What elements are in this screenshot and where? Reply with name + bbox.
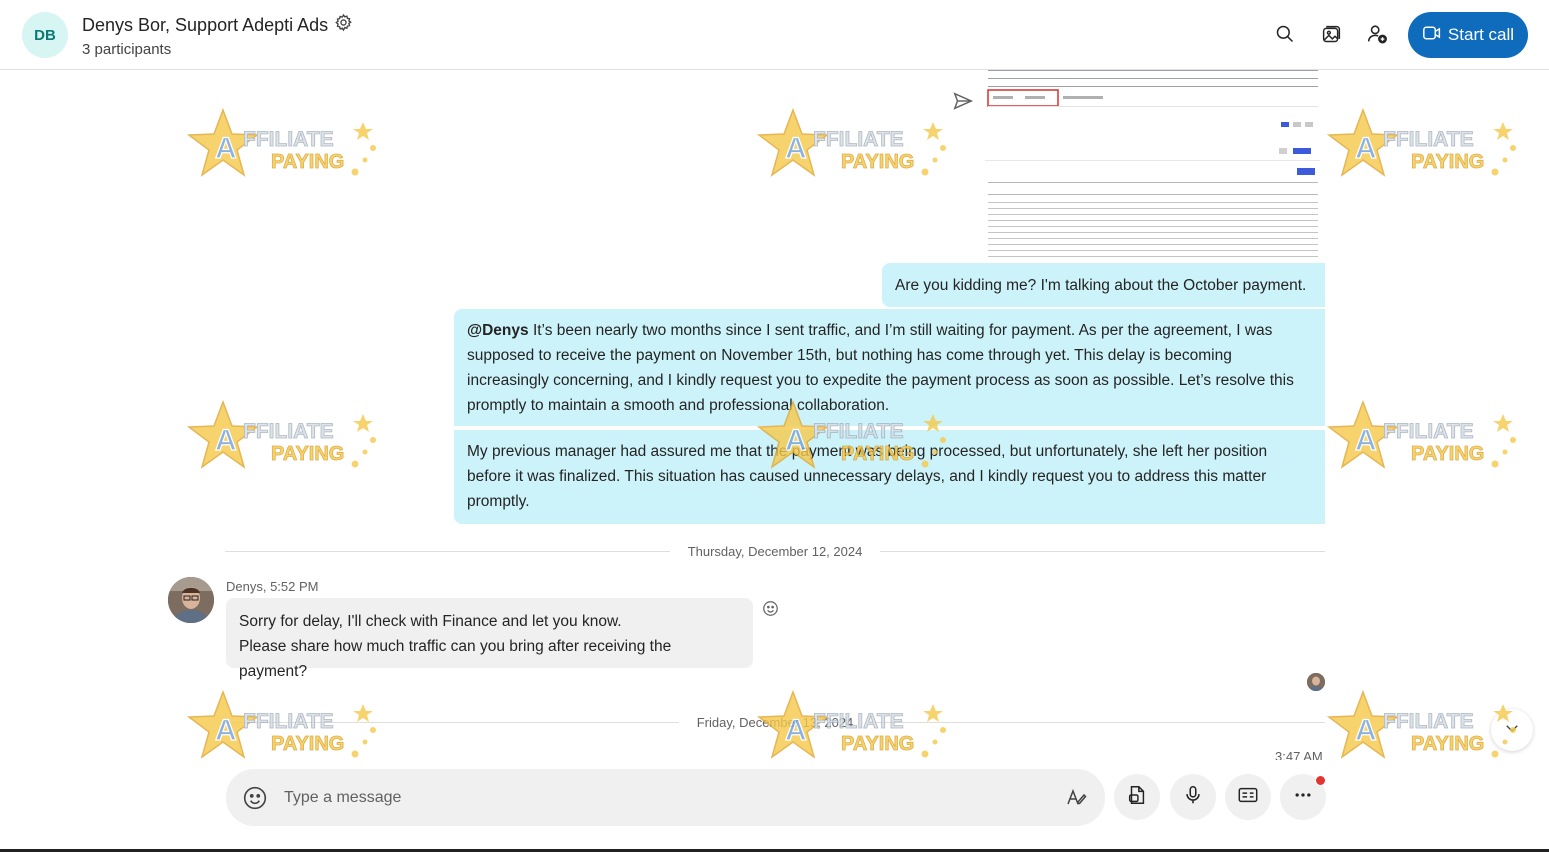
- scroll-to-bottom-button[interactable]: [1491, 709, 1533, 751]
- svg-text:A: A: [1355, 424, 1377, 457]
- svg-text:A: A: [1355, 714, 1377, 747]
- message-text: Sorry for delay, I'll check with Finance…: [239, 613, 622, 630]
- svg-text:PAYING: PAYING: [271, 443, 344, 465]
- svg-text:FFILIATE: FFILIATE: [243, 128, 334, 151]
- search-icon[interactable]: [1272, 21, 1298, 47]
- affiliate-paying-watermark: A FFILIATE PAYING: [1325, 107, 1525, 183]
- mention-tag[interactable]: @Denys: [467, 322, 529, 339]
- message-composer[interactable]: [226, 769, 1105, 826]
- chat-title: Denys Bor, Support Adepti Ads: [82, 14, 329, 35]
- svg-text:PAYING: PAYING: [1411, 151, 1484, 173]
- more-horizontal-icon: [1293, 785, 1313, 810]
- contact-card-icon: [1237, 784, 1259, 811]
- start-call-button[interactable]: Start call: [1408, 12, 1528, 58]
- affiliate-paying-watermark: A FFILIATE PAYING: [185, 107, 385, 183]
- svg-text:A: A: [1355, 132, 1377, 165]
- date-divider-label: Thursday, December 12, 2024: [687, 543, 863, 559]
- shared-screenshot-image[interactable]: [985, 70, 1320, 262]
- svg-text:FFILIATE: FFILIATE: [243, 420, 334, 443]
- svg-text:PAYING: PAYING: [271, 151, 344, 173]
- settings-gear-icon[interactable]: [334, 13, 353, 37]
- svg-text:PAYING: PAYING: [1411, 443, 1484, 465]
- microphone-icon: [1182, 784, 1204, 811]
- svg-text:PAYING: PAYING: [841, 733, 914, 755]
- gallery-icon[interactable]: [1318, 21, 1344, 47]
- outgoing-message[interactable]: Are you kidding me? I'm talking about th…: [882, 263, 1325, 307]
- date-divider-label: Friday, December 13, 2024: [696, 714, 854, 730]
- message-text: My previous manager had assured me that …: [467, 443, 1268, 510]
- message-time: 3:47 AM: [1275, 749, 1323, 760]
- svg-text:A: A: [215, 132, 237, 165]
- emoji-icon[interactable]: [242, 785, 268, 816]
- participants-count[interactable]: 3 participants: [82, 41, 353, 58]
- add-reaction-icon[interactable]: [762, 600, 779, 622]
- chevron-down-icon: [1503, 719, 1521, 742]
- date-divider: Friday, December 13, 2024: [225, 712, 1325, 732]
- svg-text:FFILIATE: FFILIATE: [813, 128, 904, 151]
- attach-file-button[interactable]: [1114, 774, 1160, 820]
- sender-avatar[interactable]: [168, 577, 214, 623]
- start-call-label: Start call: [1447, 25, 1515, 44]
- file-attach-icon: [1126, 784, 1148, 811]
- message-text: Please share how much traffic can you br…: [239, 638, 672, 680]
- contact-card-button[interactable]: [1225, 774, 1271, 820]
- message-input[interactable]: [284, 785, 1044, 811]
- voice-message-button[interactable]: [1170, 774, 1216, 820]
- chat-header: DB Denys Bor, Support Adepti Ads 3 parti…: [0, 0, 1549, 70]
- svg-text:A: A: [215, 424, 237, 457]
- message-text: It’s been nearly two months since I sent…: [467, 322, 1294, 414]
- date-divider: Thursday, December 12, 2024: [225, 541, 1326, 561]
- notification-dot: [1315, 775, 1326, 786]
- svg-text:PAYING: PAYING: [841, 151, 914, 173]
- sender-name-time: Denys, 5:52 PM: [226, 579, 319, 594]
- svg-text:PAYING: PAYING: [1411, 733, 1484, 755]
- affiliate-paying-watermark: A FFILIATE PAYING: [1325, 399, 1525, 475]
- group-avatar-initials: DB: [34, 26, 56, 44]
- svg-text:PAYING: PAYING: [271, 733, 344, 755]
- outgoing-message[interactable]: My previous manager had assured me that …: [454, 430, 1325, 524]
- video-call-icon: [1422, 24, 1442, 47]
- svg-text:A: A: [785, 132, 807, 165]
- svg-text:FFILIATE: FFILIATE: [1383, 420, 1474, 443]
- conversation-area[interactable]: Are you kidding me? I'm talking about th…: [0, 70, 1549, 760]
- svg-text:FFILIATE: FFILIATE: [1383, 128, 1474, 151]
- outgoing-message[interactable]: @Denys It’s been nearly two months since…: [454, 309, 1325, 426]
- group-avatar[interactable]: DB: [22, 12, 68, 58]
- add-participant-icon[interactable]: [1364, 21, 1390, 47]
- message-text: Are you kidding me? I'm talking about th…: [895, 277, 1307, 294]
- affiliate-paying-watermark: A FFILIATE PAYING: [755, 107, 955, 183]
- chat-title-area[interactable]: Denys Bor, Support Adepti Ads 3 particip…: [82, 13, 353, 58]
- affiliate-paying-watermark: A FFILIATE PAYING: [185, 399, 385, 475]
- svg-text:FFILIATE: FFILIATE: [1383, 710, 1474, 733]
- incoming-message[interactable]: Sorry for delay, I'll check with Finance…: [226, 598, 753, 680]
- read-receipt-avatar: [1307, 673, 1325, 691]
- forward-icon[interactable]: [952, 90, 974, 117]
- text-format-icon[interactable]: [1064, 785, 1088, 814]
